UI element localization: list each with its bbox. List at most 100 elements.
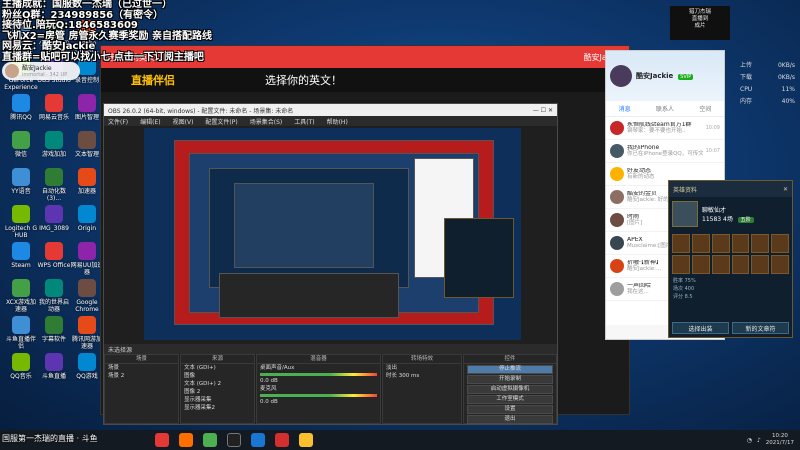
desktop-icon[interactable]: WPS Office (37, 242, 71, 269)
audio-mixer-dock[interactable]: 混音器 桌面声音/Aux 0.0 dB 麦克风 0.0 dB (256, 354, 381, 424)
transition-select[interactable]: 淡出 (383, 364, 461, 372)
item-slot[interactable] (751, 255, 770, 274)
transitions-dock[interactable]: 转场特效 淡出 时长 300 ms (382, 354, 462, 424)
obs-menu-item[interactable]: 文件(F) (108, 117, 128, 126)
avatar[interactable] (610, 65, 632, 87)
desktop-icon[interactable]: Origin (70, 205, 104, 232)
obs-control-button[interactable]: 开始录制 (467, 375, 553, 384)
clock[interactable]: 10:20 2021/7/17 (766, 433, 794, 447)
tab-contacts[interactable]: 联系人 (656, 104, 674, 113)
obs-window[interactable]: OBS 26.0.2 (64-bit, windows) - 配置文件: 未命名… (103, 103, 558, 425)
desktop-icon[interactable]: XCX游戏加速器 (4, 279, 38, 313)
scenes-dock[interactable]: 场景 场景 场景 2 (104, 354, 179, 424)
desktop-icon[interactable]: 游戏加加 (37, 131, 71, 158)
desktop-icon[interactable]: YY语音 (4, 168, 38, 195)
desktop-icon[interactable]: QQ音乐 (4, 353, 38, 380)
notification-thumbnail[interactable]: 猎刀杰瑞 直播到 成片 (670, 6, 730, 40)
scene-item[interactable]: 场景 (105, 364, 178, 372)
desktop-icon[interactable]: Steam (4, 242, 38, 269)
source-item[interactable]: 文本 (GDI+) 2 (181, 380, 254, 388)
obs-menu-item[interactable]: 编辑(E) (140, 117, 160, 126)
choose-build-button[interactable]: 选择出装 (672, 322, 729, 334)
wifi-icon[interactable]: ◔ (747, 437, 752, 444)
obs-control-button[interactable]: 退出 (467, 415, 553, 424)
hero-info: 聊敏仙才 11583 4场 五阶 (669, 197, 792, 231)
obs-control-button[interactable]: 启动虚拟摄像机 (467, 385, 553, 394)
obs-control-button[interactable]: 工作室模式 (467, 395, 553, 404)
obs-control-button[interactable]: 停止推流 (467, 365, 553, 374)
app-icon (78, 131, 96, 149)
obs-taskbar-icon[interactable] (227, 433, 241, 447)
obs-menu-item[interactable]: 工具(T) (294, 117, 314, 126)
obs-preview[interactable] (144, 128, 521, 340)
game-hero-panel[interactable]: 英雄资料 ✕ 聊敏仙才 11583 4场 五阶 胜率 75% 场次 400 评分… (668, 180, 793, 338)
item-slot[interactable] (672, 255, 690, 274)
desktop-icon-label: 腾讯网游加速器 (71, 336, 102, 350)
item-slot[interactable] (731, 234, 750, 253)
desktop-icon[interactable]: 腾讯网游加速器 (70, 316, 104, 350)
item-slot[interactable] (691, 255, 710, 274)
desktop-icon[interactable]: IMG_3089 (37, 205, 71, 232)
item-slot[interactable] (711, 234, 730, 253)
desktop-icon[interactable]: 微信 (4, 131, 38, 158)
tab-messages[interactable]: 消息 (619, 104, 631, 113)
volume-icon[interactable]: ♪ (757, 437, 761, 444)
sources-dock[interactable]: 来源 文本 (GDI+) 图像 文本 (GDI+) 2 图像 2 显示器采集 显示器采集2 (180, 354, 255, 424)
desktop-icon[interactable]: 文本智理 (70, 131, 104, 158)
desktop-icon[interactable]: 我的世界启动器 (37, 279, 71, 313)
preview-game-panel (444, 218, 514, 298)
source-item[interactable]: 显示器采集 (181, 396, 254, 404)
obs-titlebar[interactable]: OBS 26.0.2 (64-bit, windows) - 配置文件: 未命名… (104, 104, 557, 116)
taskbar-app-icon[interactable] (275, 433, 289, 447)
qq-header: 酷安Jackie SVIP (606, 51, 724, 101)
app-icon (12, 279, 30, 297)
desktop-icon[interactable]: 斗鱼直播伴侣 (4, 316, 38, 350)
close-icon[interactable]: ✕ (783, 186, 788, 193)
browser-headline: 选择你的英文！ (265, 74, 342, 87)
obs-control-button[interactable]: 设置 (467, 405, 553, 414)
item-slot[interactable] (672, 234, 690, 253)
obs-menu-item[interactable]: 帮助(H) (327, 117, 348, 126)
desktop-icon[interactable]: 字幕软件 (37, 316, 71, 343)
obs-menu-item[interactable]: 视图(V) (173, 117, 194, 126)
desktop-icon[interactable]: 腾讯QQ (4, 94, 38, 121)
taskbar-app-icon[interactable] (179, 433, 193, 447)
item-slot[interactable] (751, 234, 770, 253)
controls-dock[interactable]: 控件 停止推流 开始录制 启动虚拟摄像机 工作室模式 设置 退出 (463, 354, 557, 424)
tab-space[interactable]: 空间 (699, 104, 711, 113)
transition-duration[interactable]: 时长 300 ms (383, 372, 461, 380)
desktop-icon[interactable]: 网易云音乐 (37, 94, 71, 121)
obs-menu-item[interactable]: 配置文件(P) (205, 117, 237, 126)
item-slot[interactable] (731, 255, 750, 274)
item-slot[interactable] (771, 234, 789, 253)
desktop-icon[interactable]: 图片智理 (70, 94, 104, 121)
obs-menu-item[interactable]: 场景集合(S) (250, 117, 283, 126)
conversation-item[interactable]: 永恒航线steam官方1群 钢琴家：要不要也开始.. 10:09 (606, 117, 724, 140)
desktop-icon[interactable]: 网易UU加速器 (70, 242, 104, 276)
item-slot[interactable] (711, 255, 730, 274)
taskbar-app-icon[interactable] (251, 433, 265, 447)
item-slot[interactable] (691, 234, 710, 253)
source-item[interactable]: 图像 2 (181, 388, 254, 396)
app-icon (78, 168, 96, 186)
desktop-icon[interactable]: Google Chrome (70, 279, 104, 313)
desktop-icon[interactable]: 自动化数(3)... (37, 168, 71, 202)
conversation-item[interactable]: 我的iPhone你已在iPhone登录QQ，可传文件到...10:07 (606, 140, 724, 163)
source-item[interactable]: 文本 (GDI+) (181, 364, 254, 372)
preview-nest-4 (234, 183, 374, 268)
desktop-icon[interactable]: 斗鱼直播 (37, 353, 71, 380)
desktop-icon[interactable]: Logitech G HUB (4, 205, 38, 239)
taskbar-app-icon[interactable] (155, 433, 169, 447)
desktop-icon-label: 腾讯QQ (10, 114, 32, 121)
source-item[interactable]: 图像 (181, 372, 254, 380)
desktop-icon[interactable]: QQ游戏 (70, 353, 104, 380)
new-rune-button[interactable]: 新的文章符 (732, 322, 789, 334)
taskbar-app-icon[interactable] (203, 433, 217, 447)
stream-watermark: 国服第一杰瑞的直播 · 斗鱼 (2, 434, 98, 443)
scene-item[interactable]: 场景 2 (105, 372, 178, 380)
taskbar-app-icon[interactable] (299, 433, 313, 447)
desktop-icon[interactable]: 加速器 (70, 168, 104, 195)
window-controls[interactable]: — ☐ ✕ (533, 107, 553, 114)
item-slot[interactable] (771, 255, 789, 274)
source-item[interactable]: 显示器采集2 (181, 404, 254, 412)
